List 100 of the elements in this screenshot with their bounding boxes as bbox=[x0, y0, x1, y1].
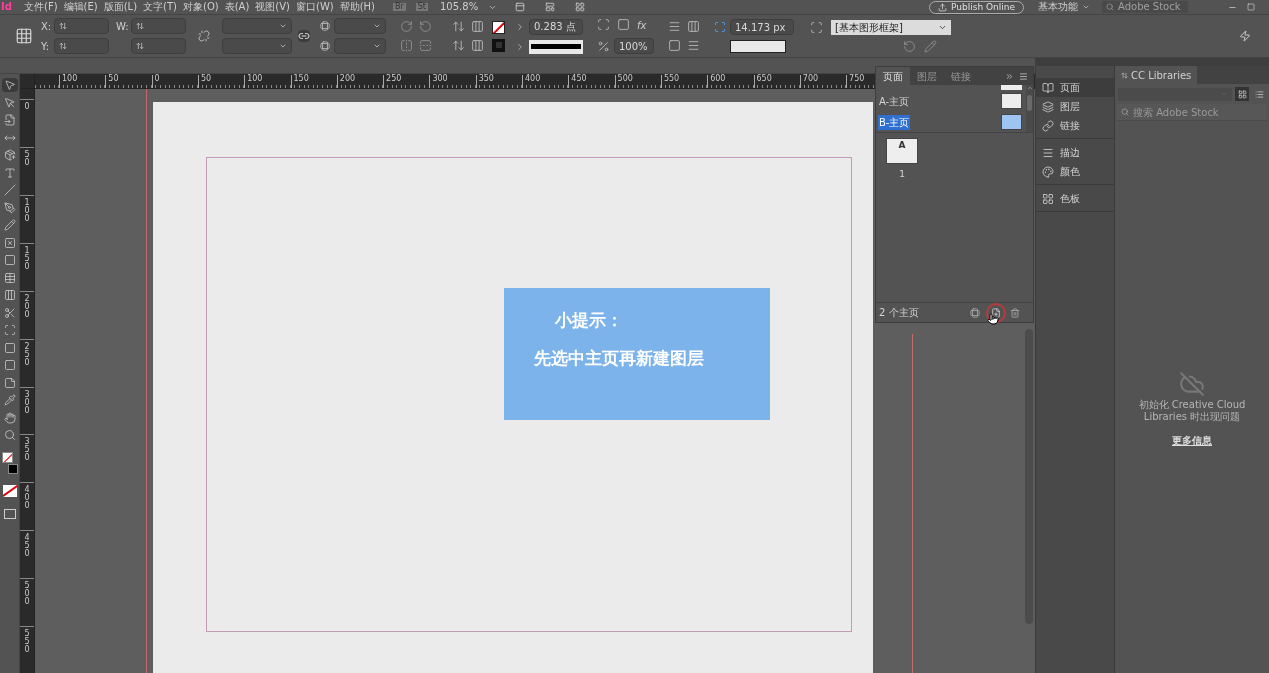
distribute-icon[interactable] bbox=[471, 39, 484, 52]
panel-tab[interactable]: 图层 bbox=[910, 67, 944, 85]
dock-panel-button[interactable]: 图层 bbox=[1036, 97, 1114, 116]
trash-icon[interactable] bbox=[1010, 307, 1020, 318]
dock-panel-button[interactable]: 链接 bbox=[1036, 116, 1114, 135]
flip-vertical-icon[interactable] bbox=[419, 39, 432, 52]
width-field[interactable] bbox=[131, 18, 186, 34]
arrange-icon[interactable] bbox=[575, 2, 586, 12]
text-wrap-icon[interactable] bbox=[668, 20, 681, 33]
distribute-icon[interactable] bbox=[471, 20, 484, 33]
menu-item[interactable]: 版面(L) bbox=[103, 2, 138, 12]
fill-swatch[interactable] bbox=[492, 20, 505, 34]
ruler-label: 550 bbox=[24, 630, 30, 657]
menu-item[interactable]: 文件(F) bbox=[24, 2, 58, 12]
apply-none-icon[interactable] bbox=[2, 485, 17, 497]
stroke-type-dropdown[interactable] bbox=[529, 39, 583, 54]
x-field[interactable] bbox=[54, 18, 109, 34]
shear-field[interactable] bbox=[334, 38, 386, 54]
edit-style-icon[interactable] bbox=[924, 39, 937, 53]
stock-button[interactable]: St bbox=[415, 3, 428, 11]
collapse-icon[interactable] bbox=[1005, 71, 1014, 81]
menu-item[interactable]: 表(A) bbox=[224, 2, 250, 12]
menu-item[interactable]: 帮助(H) bbox=[339, 2, 375, 12]
rotate-clockwise-icon[interactable] bbox=[400, 20, 413, 33]
dock-panel-button[interactable]: 页面 bbox=[1036, 78, 1114, 97]
more-info-link[interactable]: 更多信息 bbox=[1172, 433, 1212, 448]
ruler-label: 0 bbox=[24, 103, 30, 113]
pencil-tool-icon[interactable] bbox=[1, 218, 18, 232]
chevron-icon[interactable] bbox=[515, 21, 525, 32]
zoom-level[interactable]: 105.8% bbox=[440, 2, 479, 12]
rotate-counterclockwise-icon[interactable] bbox=[419, 20, 432, 33]
effects-button[interactable]: fx bbox=[637, 18, 647, 33]
rotation-field[interactable] bbox=[334, 18, 386, 34]
panel-tab[interactable]: 页面 bbox=[876, 67, 910, 85]
unlink-icon[interactable] bbox=[198, 30, 210, 42]
panel-tab[interactable]: 链接 bbox=[944, 67, 978, 85]
selection-tool-icon[interactable] bbox=[1, 78, 18, 92]
text-wrap-icon[interactable] bbox=[687, 20, 700, 33]
frame-icon[interactable] bbox=[617, 18, 630, 31]
menu-item[interactable]: 对象(O) bbox=[183, 2, 219, 12]
constrain-proportions-icon[interactable] bbox=[298, 30, 310, 42]
panel-menu-icon[interactable] bbox=[1019, 71, 1028, 81]
ruler-label: 450 bbox=[24, 534, 30, 561]
dock-panel-button[interactable]: 色板 bbox=[1036, 189, 1114, 208]
dock-panel-button[interactable]: 颜色 bbox=[1036, 162, 1114, 181]
clear-overrides-icon[interactable] bbox=[903, 39, 916, 53]
reference-point-icon[interactable] bbox=[15, 27, 33, 45]
hand-tool-icon[interactable] bbox=[1, 410, 18, 425]
flip-horizontal-icon[interactable] bbox=[400, 39, 413, 52]
menu-item[interactable]: 编辑(E) bbox=[63, 2, 98, 12]
w-label: W: bbox=[116, 19, 130, 34]
frame-icon[interactable] bbox=[597, 18, 610, 31]
ruler-label: 100 bbox=[24, 198, 30, 225]
master-page-item[interactable]: B-主页 bbox=[878, 112, 1022, 132]
dock-panel-button[interactable]: 描边 bbox=[1036, 143, 1114, 162]
ruler-label: 500 bbox=[24, 582, 30, 609]
scale-x-field[interactable] bbox=[222, 18, 292, 34]
object-style-dropdown[interactable]: [基本图形框架] bbox=[831, 19, 951, 35]
view-options-icon[interactable] bbox=[515, 2, 526, 12]
fill-stroke-swatches[interactable] bbox=[1, 451, 18, 474]
bridge-button[interactable]: Br bbox=[393, 3, 406, 11]
grid-view-icon[interactable] bbox=[1235, 87, 1249, 101]
scale-y-field[interactable] bbox=[222, 38, 292, 54]
y-field[interactable] bbox=[54, 38, 109, 54]
pen-tool-icon[interactable] bbox=[1, 200, 18, 215]
align-icon[interactable] bbox=[452, 20, 465, 33]
menu-item[interactable]: 窗口(W) bbox=[296, 2, 334, 12]
screen-mode-icon[interactable] bbox=[545, 2, 556, 12]
screen-mode-icon[interactable] bbox=[3, 508, 16, 519]
opacity-field[interactable]: 100% bbox=[614, 38, 654, 54]
ruler-label: 400 bbox=[24, 486, 30, 513]
page-thumbnail[interactable]: A bbox=[886, 138, 918, 164]
fitting-icon[interactable] bbox=[714, 21, 726, 33]
master-page-item[interactable]: A-主页 bbox=[878, 91, 1022, 111]
opacity-icon[interactable] bbox=[597, 39, 610, 53]
scrollbar[interactable] bbox=[1026, 85, 1033, 132]
text-wrap-icon[interactable] bbox=[687, 39, 700, 52]
color-dropdown[interactable] bbox=[730, 40, 786, 53]
cloud-error-icon bbox=[1177, 371, 1207, 397]
object-style-icon[interactable] bbox=[810, 20, 823, 34]
text-wrap-icon[interactable] bbox=[668, 39, 681, 52]
stock-search-field[interactable]: Adobe Stock bbox=[1102, 1, 1188, 13]
lines-icon bbox=[1042, 146, 1054, 159]
workspace-switcher[interactable]: 基本功能 bbox=[1038, 2, 1090, 12]
offset-field[interactable]: 14.173 px bbox=[730, 19, 794, 35]
height-field[interactable] bbox=[131, 38, 186, 54]
chevron-icon[interactable] bbox=[515, 41, 525, 52]
quick-apply-icon[interactable] bbox=[1239, 30, 1251, 42]
stroke-swatch[interactable] bbox=[492, 38, 505, 52]
link-icon bbox=[1042, 119, 1054, 132]
align-icon[interactable] bbox=[452, 39, 465, 52]
stepper-icon bbox=[136, 42, 144, 50]
menu-item[interactable]: 文字(T) bbox=[143, 2, 177, 12]
ruler-label: 200 bbox=[24, 294, 30, 321]
maximize-icon[interactable] bbox=[1247, 3, 1255, 11]
page-tool-icon[interactable] bbox=[1, 113, 18, 127]
menu-item[interactable]: 视图(V) bbox=[255, 2, 290, 12]
chevron-up-icon[interactable] bbox=[1026, 85, 1033, 91]
panel-tab[interactable]: CC Libraries bbox=[1115, 66, 1198, 84]
stroke-weight-field[interactable]: 0.283 点 bbox=[529, 18, 583, 35]
